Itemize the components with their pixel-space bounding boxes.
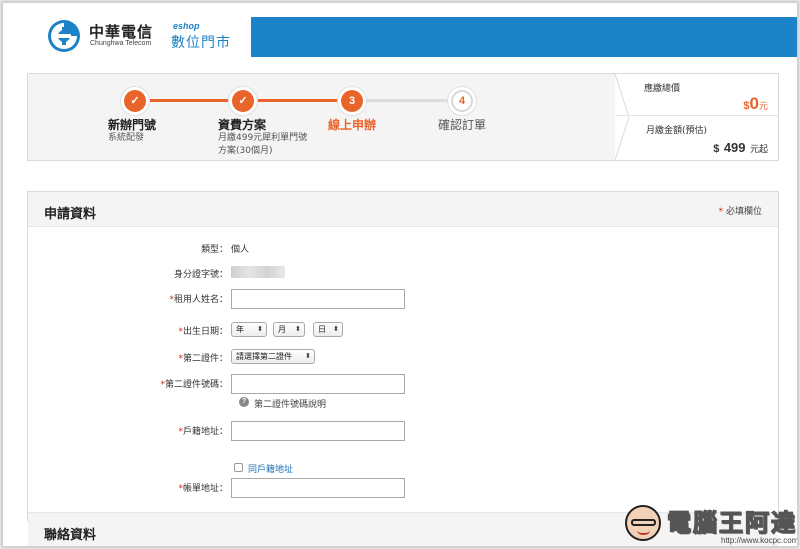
required-star: * — [718, 207, 724, 217]
price-box-chevron — [615, 74, 630, 160]
birth-label-text: 出生日期： — [182, 327, 228, 337]
birth-year-value: 年 — [236, 325, 244, 334]
step-4-title: 確認訂單 — [438, 118, 487, 132]
help-icon[interactable]: ? — [239, 397, 249, 407]
type-value: 個人 — [231, 245, 250, 255]
logo[interactable]: 中華電信 Chunghwa Telecom eshop 數位門市 — [33, 13, 251, 58]
birth-month-select[interactable]: 月 ⬍ — [273, 322, 305, 337]
step-3-title: 線上申辦 — [328, 118, 377, 132]
id-label: 身分證字號： — [173, 270, 228, 280]
step-3-number: 3 — [341, 90, 363, 112]
second-id-label: *第二證件： — [28, 351, 228, 364]
birth-year-arrow-icon: ⬍ — [257, 325, 263, 333]
monthly-unit: 元起 — [749, 145, 768, 155]
form-title: 申請資料 — [44, 207, 97, 222]
second-id-label-text: 第二證件： — [182, 354, 228, 364]
birth-month-value: 月 — [278, 325, 286, 334]
mascot-mouth — [637, 530, 650, 535]
household-address-input[interactable] — [231, 421, 405, 441]
second-id-select[interactable]: 請選擇第二證件 ⬍ — [231, 349, 315, 364]
brand-name-en: Chunghwa Telecom — [90, 40, 152, 47]
second-id-no-label-text: 第二證件號碼： — [164, 380, 228, 390]
due-total-value: $0元 — [743, 94, 768, 114]
mascot-glasses — [631, 519, 656, 526]
step-1-sub: 系統配發 — [108, 133, 145, 143]
step-2-check-icon: ✓ — [232, 90, 254, 112]
household-label-text: 戶籍地址： — [182, 427, 228, 437]
billing-address-label: *帳單地址： — [28, 481, 228, 494]
mascot-face-icon — [625, 505, 661, 541]
birth-day-select[interactable]: 日 ⬍ — [313, 322, 343, 337]
name-input[interactable] — [231, 289, 405, 309]
eshop-tag: eshop — [173, 21, 200, 31]
step-line-2 — [244, 99, 352, 102]
name-label: *租用人姓名： — [28, 292, 228, 305]
step-1-title: 新辦門號 — [108, 118, 157, 132]
chunghwa-logo-icon — [48, 20, 80, 52]
application-form: 申請資料 * 必填欄位 類型： 個人 身分證字號： *租用人姓名： *出生日期：… — [27, 191, 779, 546]
form-header: 申請資料 * 必填欄位 — [28, 192, 778, 227]
step-line-3 — [352, 99, 462, 102]
header-blue-bar — [251, 17, 797, 57]
billing-address-input[interactable] — [231, 478, 405, 498]
step-2-sub-line2: 方案(30個月) — [218, 146, 273, 156]
monthly-currency: $ — [713, 143, 720, 155]
second-id-no-label: *第二證件號碼： — [28, 377, 228, 390]
type-label: 類型： — [200, 245, 228, 255]
contact-section-title: 聯絡資料 — [44, 528, 97, 543]
browser-frame: 中華電信 Chunghwa Telecom eshop 數位門市 ✓ 新辦門號 … — [2, 2, 798, 547]
birth-day-arrow-icon: ⬍ — [333, 325, 339, 333]
watermark-text: 電腦王阿達 — [666, 508, 797, 537]
birth-day-value: 日 — [318, 325, 326, 334]
required-note: * 必填欄位 — [719, 204, 762, 217]
site-header: 中華電信 Chunghwa Telecom eshop 數位門市 — [3, 3, 797, 58]
step-2-sub-line1: 月繳499元犀利單門號 — [218, 133, 308, 143]
second-id-no-input[interactable] — [231, 374, 405, 394]
birth-month-arrow-icon: ⬍ — [295, 325, 301, 333]
monthly-fee-value: $ 499 元起 — [713, 139, 768, 157]
birth-year-select[interactable]: 年 ⬍ — [231, 322, 267, 337]
same-address-checkbox[interactable] — [234, 463, 243, 472]
id-value-redacted — [231, 266, 285, 278]
step-1-check-icon: ✓ — [124, 90, 146, 112]
brand-name-cn: 中華電信 — [89, 23, 154, 41]
second-id-help-link[interactable]: 第二證件號碼說明 — [254, 397, 326, 410]
progress-steps-panel: ✓ 新辦門號 系統配發 ✓ 資費方案 月繳499元犀利單門號 方案(30個月) … — [27, 73, 779, 161]
due-amount: 0 — [749, 94, 759, 113]
watermark-url: http://www.kocpc.com.tw — [721, 536, 798, 545]
monthly-fee-label: 月繳金額(預估) — [646, 126, 708, 136]
step-4-number: 4 — [451, 90, 473, 112]
step-2-title: 資費方案 — [218, 118, 267, 132]
birth-label: *出生日期： — [28, 324, 228, 337]
price-divider — [616, 115, 778, 116]
due-unit: 元 — [758, 102, 768, 112]
name-label-text: 租用人姓名： — [173, 295, 228, 305]
second-id-arrow-icon: ⬍ — [305, 352, 311, 360]
due-total-label: 應繳總價 — [644, 84, 681, 94]
monthly-amount: 499 — [723, 140, 746, 155]
second-id-select-value: 請選擇第二證件 — [236, 352, 292, 361]
price-summary: 應繳總價 $0元 月繳金額(預估) $ 499 元起 — [615, 74, 778, 160]
billing-label-text: 帳單地址： — [182, 484, 228, 494]
same-address-label[interactable]: 同戶籍地址 — [248, 462, 293, 475]
eshop-title: 數位門市 — [171, 35, 231, 51]
required-note-text: 必填欄位 — [725, 207, 762, 217]
watermark: 電腦王阿達 http://www.kocpc.com.tw — [623, 499, 798, 546]
steps-track: ✓ 新辦門號 系統配發 ✓ 資費方案 月繳499元犀利單門號 方案(30個月) … — [28, 74, 616, 160]
household-address-label: *戶籍地址： — [28, 424, 228, 437]
